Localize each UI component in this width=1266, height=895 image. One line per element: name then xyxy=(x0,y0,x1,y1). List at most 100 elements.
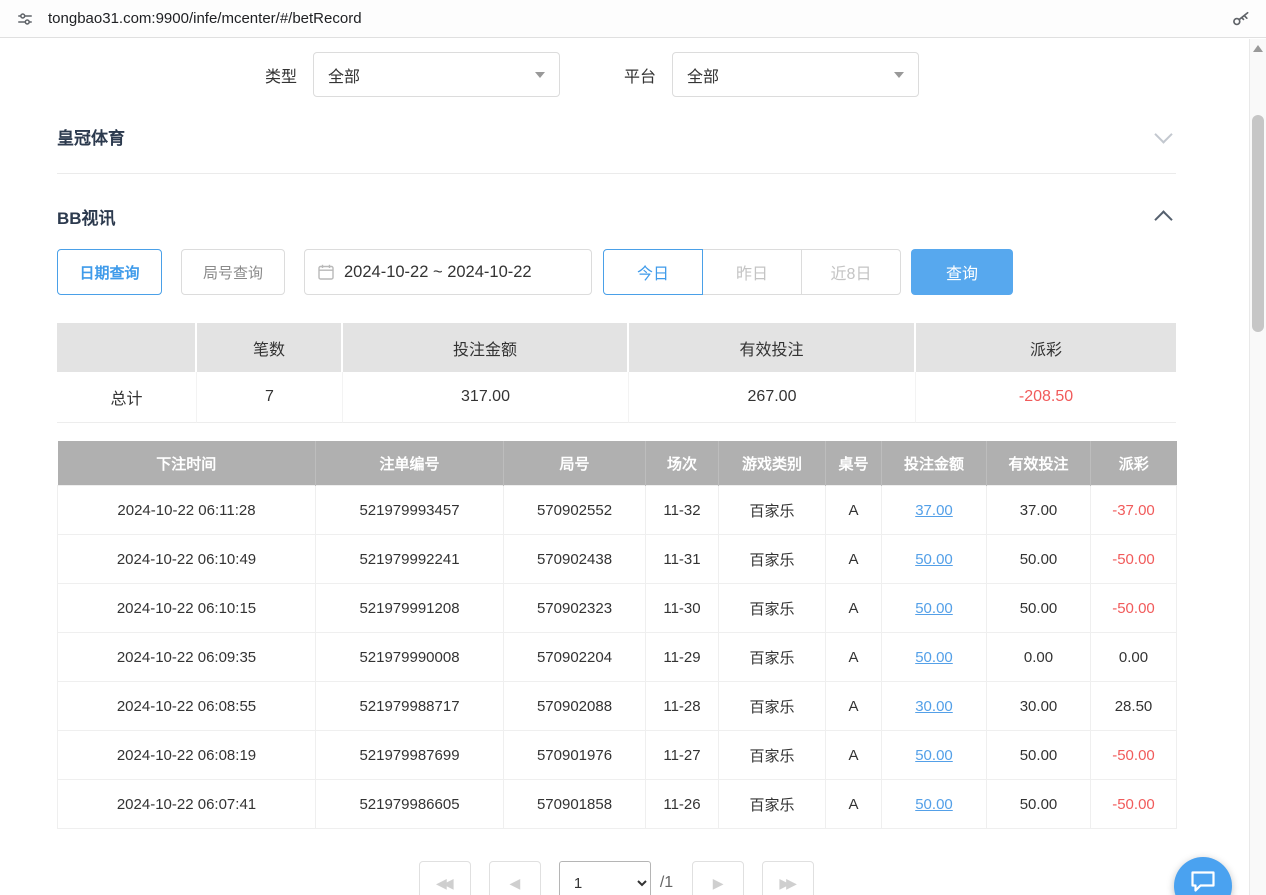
next-page-button[interactable]: ▶ xyxy=(692,861,744,895)
bet-table-row: 2024-10-22 06:10:15521979991208570902323… xyxy=(58,584,1177,633)
summary-col-count: 笔数 xyxy=(197,323,343,372)
cell-bet: 30.00 xyxy=(882,682,987,731)
cell-payout: -50.00 xyxy=(1091,780,1177,829)
cell-round_no: 570901858 xyxy=(504,780,646,829)
url-text[interactable]: tongbao31.com:9900/infe/mcenter/#/betRec… xyxy=(48,10,1228,27)
cell-valid: 50.00 xyxy=(987,780,1091,829)
cell-session: 11-30 xyxy=(646,584,719,633)
cell-table_no: A xyxy=(826,633,882,682)
bet-table-header-row: 下注时间注单编号局号场次游戏类别桌号投注金额有效投注派彩 xyxy=(58,441,1177,486)
bet-amount-link[interactable]: 50.00 xyxy=(915,796,953,813)
platform-select[interactable]: 全部 xyxy=(672,52,919,97)
summary-table: 笔数 投注金额 有效投注 派彩 总计 7 317.00 267.00 -208.… xyxy=(57,323,1176,423)
last8days-button[interactable]: 近8日 xyxy=(801,249,901,295)
bet-table-row: 2024-10-22 06:08:19521979987699570901976… xyxy=(58,731,1177,780)
cell-order_no: 521979987699 xyxy=(316,731,504,780)
cell-order_no: 521979990008 xyxy=(316,633,504,682)
bet-table-row: 2024-10-22 06:09:35521979990008570902204… xyxy=(58,633,1177,682)
cell-order_no: 521979988717 xyxy=(316,682,504,731)
section-title: BB视讯 xyxy=(57,204,116,229)
bet-table-row: 2024-10-22 06:07:41521979986605570901858… xyxy=(58,780,1177,829)
scroll-up-icon[interactable] xyxy=(1253,45,1263,52)
cell-order_no: 521979993457 xyxy=(316,486,504,535)
cell-valid: 37.00 xyxy=(987,486,1091,535)
cell-bet: 50.00 xyxy=(882,633,987,682)
bet-table-body: 2024-10-22 06:11:28521979993457570902552… xyxy=(58,486,1177,829)
yesterday-button[interactable]: 昨日 xyxy=(702,249,802,295)
summary-count-value: 7 xyxy=(197,372,343,423)
cell-payout: -50.00 xyxy=(1091,731,1177,780)
scrollbar-thumb[interactable] xyxy=(1252,115,1264,332)
cell-round_no: 570902323 xyxy=(504,584,646,633)
chat-fab-button[interactable] xyxy=(1174,857,1232,895)
date-query-tab[interactable]: 日期查询 xyxy=(57,249,162,295)
bet-table-row: 2024-10-22 06:11:28521979993457570902552… xyxy=(58,486,1177,535)
bet-column-header: 派彩 xyxy=(1091,441,1177,486)
summary-total-label: 总计 xyxy=(57,372,197,423)
section-title: 皇冠体育 xyxy=(57,124,125,149)
chevron-down-icon xyxy=(535,72,545,78)
site-settings-icon[interactable] xyxy=(12,6,38,32)
cell-round_no: 570901976 xyxy=(504,731,646,780)
round-query-tab[interactable]: 局号查询 xyxy=(181,249,285,295)
last-page-button[interactable]: ▶▶ xyxy=(762,861,814,895)
cell-table_no: A xyxy=(826,535,882,584)
bet-record-page: 类型 全部 平台 全部 皇冠体育 BB视讯 日期查询 局号查询 xyxy=(0,39,1250,895)
bet-column-header: 注单编号 xyxy=(316,441,504,486)
cell-payout: -50.00 xyxy=(1091,535,1177,584)
cell-valid: 30.00 xyxy=(987,682,1091,731)
date-range-input[interactable]: 2024-10-22 ~ 2024-10-22 xyxy=(304,249,592,295)
cell-order_no: 521979986605 xyxy=(316,780,504,829)
key-icon[interactable] xyxy=(1228,6,1254,32)
cell-time: 2024-10-22 06:11:28 xyxy=(58,486,316,535)
cell-time: 2024-10-22 06:09:35 xyxy=(58,633,316,682)
bet-column-header: 有效投注 xyxy=(987,441,1091,486)
cell-bet: 50.00 xyxy=(882,731,987,780)
cell-bet: 37.00 xyxy=(882,486,987,535)
prev-page-button[interactable]: ◀ xyxy=(489,861,541,895)
summary-header-row: 笔数 投注金额 有效投注 派彩 xyxy=(57,323,1176,372)
cell-table_no: A xyxy=(826,731,882,780)
bet-amount-link[interactable]: 50.00 xyxy=(915,600,953,617)
cell-game: 百家乐 xyxy=(719,535,826,584)
section-bb-video[interactable]: BB视讯 xyxy=(57,174,1176,243)
cell-round_no: 570902552 xyxy=(504,486,646,535)
cell-valid: 0.00 xyxy=(987,633,1091,682)
cell-valid: 50.00 xyxy=(987,584,1091,633)
page-select[interactable]: 1 xyxy=(559,861,651,895)
summary-total-row: 总计 7 317.00 267.00 -208.50 xyxy=(57,372,1176,423)
bet-record-table: 下注时间注单编号局号场次游戏类别桌号投注金额有效投注派彩 2024-10-22 … xyxy=(57,441,1177,829)
search-button[interactable]: 查询 xyxy=(911,249,1013,295)
cell-payout: 0.00 xyxy=(1091,633,1177,682)
cell-valid: 50.00 xyxy=(987,731,1091,780)
bet-amount-link[interactable]: 30.00 xyxy=(915,698,953,715)
bet-amount-link[interactable]: 50.00 xyxy=(915,551,953,568)
cell-game: 百家乐 xyxy=(719,584,826,633)
cell-bet: 50.00 xyxy=(882,780,987,829)
section-crown-sports[interactable]: 皇冠体育 xyxy=(57,97,1176,174)
bet-amount-link[interactable]: 37.00 xyxy=(915,502,953,519)
bet-column-header: 下注时间 xyxy=(58,441,316,486)
type-select[interactable]: 全部 xyxy=(313,52,560,97)
summary-col-bet: 投注金额 xyxy=(343,323,629,372)
chevron-down-icon xyxy=(1154,125,1172,143)
cell-game: 百家乐 xyxy=(719,633,826,682)
type-select-value: 全部 xyxy=(328,63,360,87)
cell-table_no: A xyxy=(826,584,882,633)
bet-amount-link[interactable]: 50.00 xyxy=(915,649,953,666)
cell-time: 2024-10-22 06:10:15 xyxy=(58,584,316,633)
cell-session: 11-31 xyxy=(646,535,719,584)
first-page-button[interactable]: ◀◀ xyxy=(419,861,471,895)
today-button[interactable]: 今日 xyxy=(603,249,703,295)
cell-payout: -37.00 xyxy=(1091,486,1177,535)
platform-select-value: 全部 xyxy=(687,63,719,87)
summary-col-payout: 派彩 xyxy=(916,323,1176,372)
summary-valid-value: 267.00 xyxy=(629,372,916,423)
bet-amount-link[interactable]: 50.00 xyxy=(915,747,953,764)
query-bar: 日期查询 局号查询 2024-10-22 ~ 2024-10-22 今日 昨日 … xyxy=(57,249,1176,295)
cell-time: 2024-10-22 06:07:41 xyxy=(58,780,316,829)
cell-table_no: A xyxy=(826,780,882,829)
cell-session: 11-27 xyxy=(646,731,719,780)
filter-row: 类型 全部 平台 全部 xyxy=(265,52,1250,97)
scrollbar[interactable] xyxy=(1249,39,1266,895)
